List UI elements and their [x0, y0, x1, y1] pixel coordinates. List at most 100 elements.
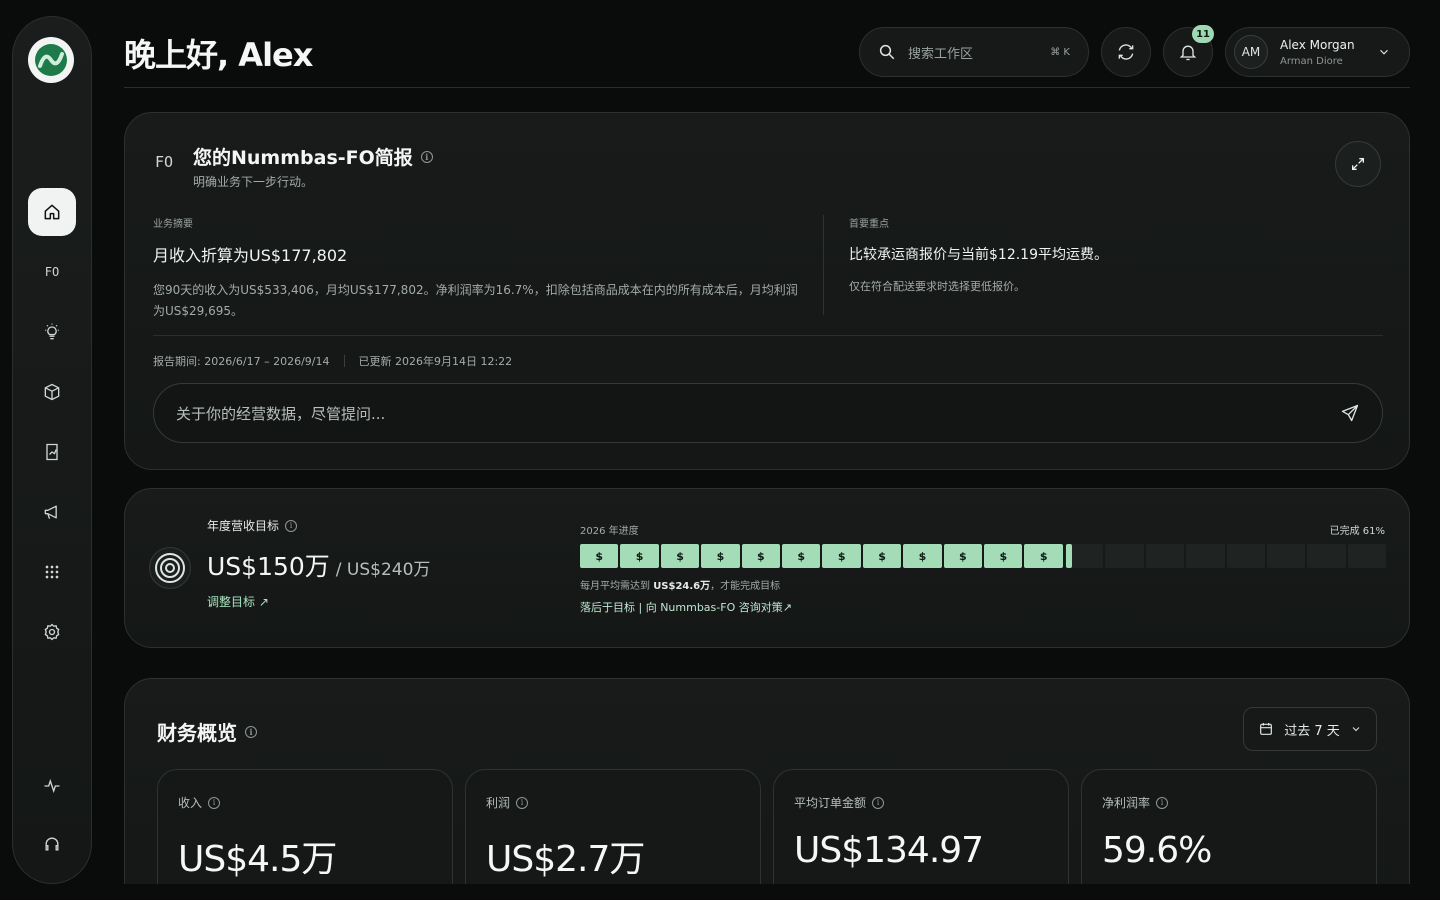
summary-label: 业务摘要 [153, 219, 193, 230]
sidebar: FO [12, 16, 92, 884]
focus-heading: 比较承运商报价与当前$12.19平均运费。 [849, 247, 1108, 263]
sidebar-item-support[interactable] [28, 820, 76, 868]
progress-segment [1347, 544, 1387, 568]
app-logo[interactable] [28, 37, 74, 83]
notifications-button[interactable]: 11 [1163, 25, 1214, 77]
info-icon[interactable]: i [516, 796, 529, 809]
ask-input-box[interactable]: 关于你的经营数据，尽管提问... [153, 383, 1383, 443]
chevron-down-icon [1380, 49, 1388, 55]
home-icon [44, 204, 60, 220]
adjust-goal-link[interactable]: 调整目标 ↗ [207, 593, 269, 610]
kpi-average-order[interactable]: 平均订单金额 i US$134.97 [773, 769, 1069, 900]
gear-icon [44, 623, 60, 641]
kpi-net-margin[interactable]: 净利润率 i 59.6% [1081, 769, 1377, 900]
kpi-label: 净利润率 [1102, 796, 1151, 810]
fo-icon: FO [44, 265, 60, 279]
report-updated: 已更新 2026年9月14日 12:22 [358, 355, 513, 368]
kpi-label: 收入 [178, 796, 203, 810]
finance-overview-card: 财务概览 i 过去 7 天 收入 i US$4.5万 利润 i US$2.7万 平均… [124, 678, 1410, 900]
brief-card: FO 您的Nummbas-FO简报 i 明确业务下一步行动。 业务摘要 月收入折… [124, 112, 1410, 470]
goal-current: US$150万 [207, 552, 330, 581]
info-icon[interactable]: i [208, 796, 221, 809]
kpi-value: US$4.5万 [178, 839, 337, 880]
ask-advice-link[interactable]: 落后于目标 | 向 Nummbas-FO 咨询对策↗ [580, 599, 792, 615]
report-icon [46, 443, 58, 461]
summary-body: 您90天的收入为US$533,406，月均US$177,802。净利润率为16.… [153, 283, 798, 318]
sidebar-item-insights[interactable] [28, 308, 76, 356]
refresh-button[interactable] [1101, 27, 1151, 77]
avatar: AM [1234, 35, 1268, 69]
box-icon [44, 383, 60, 401]
search-box[interactable]: 搜索工作区 ⌘ K [859, 27, 1089, 77]
progress-segment: $ [782, 544, 821, 568]
top-focus: 首要重点 比较承运商报价与当前$12.19平均运费。 仅在符合配送要求时选择更低… [849, 215, 1369, 297]
progress-segment: $ [620, 544, 659, 568]
info-icon[interactable]: i [245, 725, 257, 738]
progress-segment: $ [862, 544, 902, 568]
progress-segment: $ [660, 544, 700, 568]
user-name: Alex Morgan [1280, 37, 1355, 52]
info-icon[interactable]: i [420, 150, 433, 163]
info-icon[interactable]: i [285, 519, 298, 532]
search-icon [879, 44, 895, 60]
focus-label: 首要重点 [849, 219, 889, 230]
sidebar-item-settings[interactable] [28, 608, 76, 656]
progress-completed: 已完成 61% [1329, 526, 1385, 537]
finance-title-row: 财务概览 i [157, 717, 257, 746]
progress-segment: $ [701, 544, 740, 568]
kpi-profit[interactable]: 利润 i US$2.7万 [465, 769, 761, 900]
progress-segment: $ [822, 544, 861, 568]
sidebar-item-fo[interactable]: FO [28, 248, 76, 296]
search-shortcut: ⌘ K [1050, 46, 1070, 58]
brief-title-row: 您的Nummbas-FO简报 i [193, 143, 433, 170]
sidebar-item-home[interactable] [28, 188, 76, 236]
date-range-select[interactable]: 过去 7 天 [1243, 707, 1377, 751]
progress-partial-segment [1066, 544, 1072, 568]
report-meta: 报告期间: 2026/6/17 – 2026/9/14 已更新 2026年9月1… [153, 353, 512, 369]
expand-icon [1352, 158, 1364, 170]
progress-segment: $ [943, 544, 983, 568]
ask-input[interactable]: 关于你的经营数据，尽管提问... [176, 403, 1340, 424]
business-summary: 业务摘要 月收入折算为US$177,802 您90天的收入为US$533,406… [153, 215, 803, 322]
sidebar-item-marketing[interactable] [28, 488, 76, 536]
progress-segment [1266, 544, 1306, 568]
sidebar-item-reports[interactable] [28, 428, 76, 476]
fo-brief-icon: FO [155, 153, 174, 171]
send-icon[interactable] [1340, 403, 1360, 423]
user-company: Arman Diore [1280, 55, 1343, 67]
refresh-icon [1118, 44, 1134, 60]
goal-value: US$150万 / US$240万 [207, 547, 430, 583]
header-divider [124, 87, 1410, 88]
kpi-label: 平均订单金额 [794, 796, 867, 810]
logo-icon [35, 44, 67, 76]
progress-segment [1226, 544, 1265, 568]
megaphone-icon [44, 505, 57, 519]
search-input[interactable]: 搜索工作区 [908, 43, 1050, 62]
info-icon[interactable]: i [1156, 796, 1169, 809]
user-menu[interactable]: AM Alex Morgan Arman Diore [1225, 27, 1410, 77]
meta-separator [343, 355, 345, 367]
info-icon[interactable]: i [872, 796, 885, 809]
expand-button[interactable] [1335, 141, 1381, 187]
sidebar-item-products[interactable] [28, 368, 76, 416]
summary-heading: 月收入折算为US$177,802 [153, 246, 348, 265]
progress-segment: $ [903, 544, 942, 568]
lightbulb-icon [45, 323, 59, 340]
progress-segment [1105, 544, 1144, 568]
progress-segment: $ [1024, 544, 1063, 568]
progress-bar: $ $ $ $ $ $ $ $ $ $ $ $ [580, 544, 1387, 568]
progress-segment [1186, 544, 1225, 568]
bell-icon [1179, 45, 1197, 61]
brief-divider [153, 335, 1383, 336]
kpi-revenue[interactable]: 收入 i US$4.5万 [157, 769, 453, 900]
progress-label: 2026 年进度 [580, 526, 639, 537]
progress-segment [1307, 544, 1346, 568]
column-divider [823, 215, 824, 315]
note-suffix: ，才能完成目标 [710, 581, 781, 592]
kpi-value: US$134.97 [794, 830, 984, 871]
focus-body: 仅在符合配送要求时选择更低报价。 [849, 280, 1025, 293]
sidebar-item-apps[interactable] [28, 548, 76, 596]
bottom-edge [0, 884, 1440, 900]
sidebar-item-activity[interactable] [28, 762, 76, 810]
goal-label: 年度营收目标 [207, 519, 280, 533]
